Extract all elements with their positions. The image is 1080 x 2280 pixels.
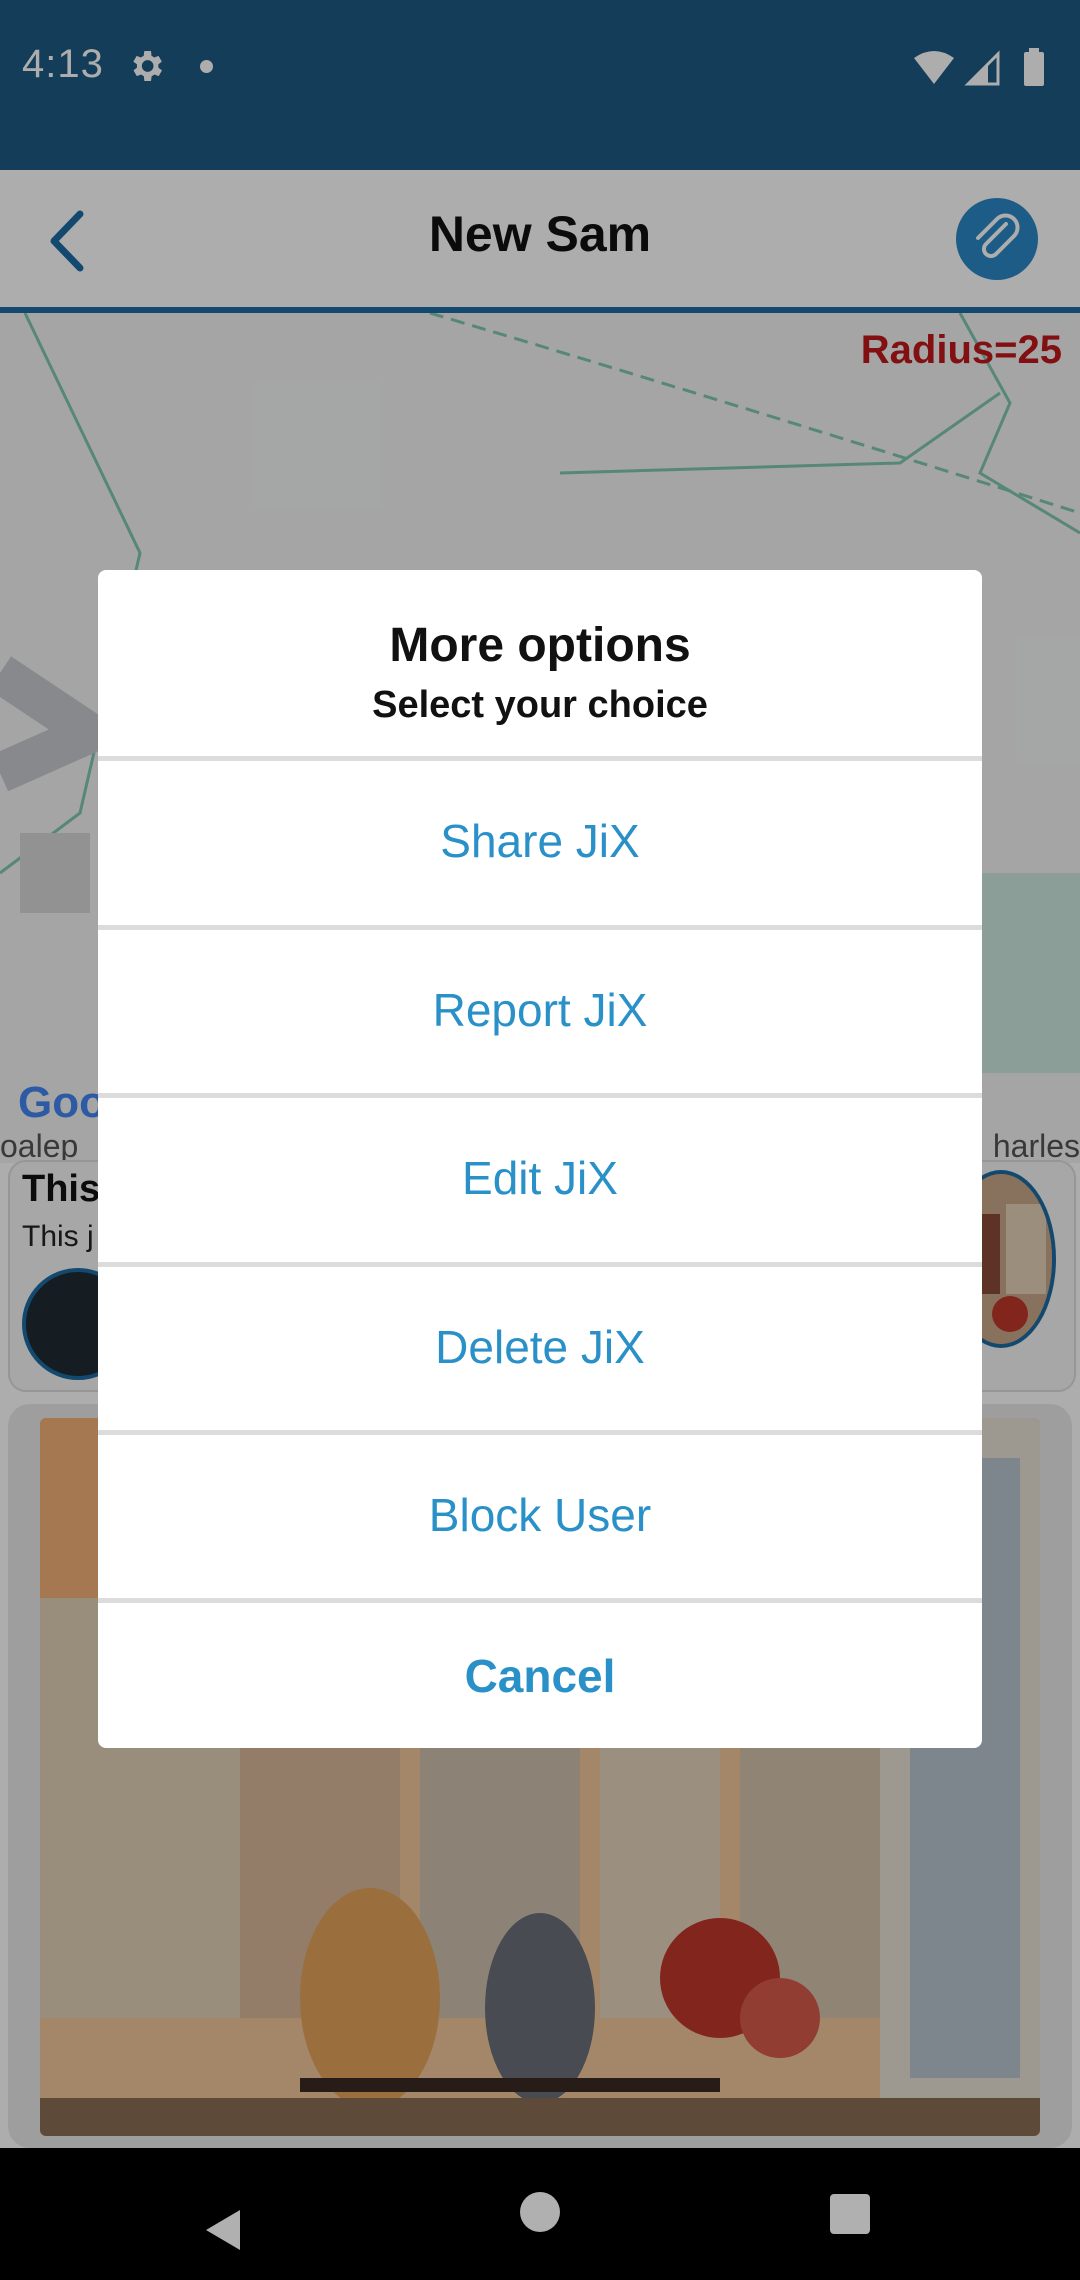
cancel-button[interactable]: Cancel — [98, 1598, 982, 1748]
block-user-button[interactable]: Block User — [98, 1430, 982, 1594]
share-jix-button[interactable]: Share JiX — [98, 756, 982, 920]
edit-jix-button[interactable]: Edit JiX — [98, 1093, 982, 1257]
nav-home-icon[interactable] — [520, 2192, 560, 2232]
report-jix-button[interactable]: Report JiX — [98, 925, 982, 1089]
nav-recents-icon[interactable] — [830, 2194, 870, 2234]
dialog-subtitle: Select your choice — [372, 684, 708, 726]
dialog-title: More options — [389, 619, 691, 672]
more-options-dialog: More options Select your choice Share Ji… — [98, 570, 982, 1748]
nav-back-icon[interactable] — [204, 2208, 244, 2252]
delete-jix-button[interactable]: Delete JiX — [98, 1262, 982, 1426]
